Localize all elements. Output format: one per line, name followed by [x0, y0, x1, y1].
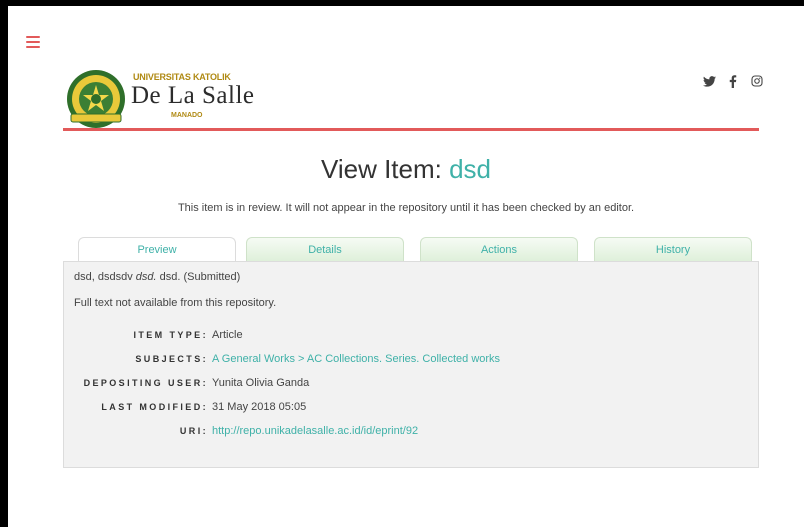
logo-bottom-text: MANADO	[171, 112, 203, 119]
subjects-link[interactable]: A General Works > AC Collections. Series…	[212, 353, 500, 365]
metadata-row-item-type: ITEM TYPE: Article	[74, 323, 748, 347]
metadata-table: ITEM TYPE: Article SUBJECTS: A General W…	[74, 323, 748, 443]
university-seal-icon	[67, 70, 125, 128]
item-tabs: Preview Details Actions History	[78, 237, 752, 262]
page-frame: UNIVERSITAS KATOLIK De La Salle MANADO V…	[8, 6, 804, 527]
metadata-label: ITEM TYPE:	[133, 330, 208, 340]
uri-link[interactable]: http://repo.unikadelasalle.ac.id/id/epri…	[212, 425, 418, 437]
metadata-label: URI:	[179, 426, 208, 436]
tab-preview[interactable]: Preview	[78, 237, 236, 262]
menu-hamburger-icon[interactable]	[26, 36, 40, 48]
fulltext-note: Full text not available from this reposi…	[74, 297, 277, 309]
citation-authors: dsd, dsdsdv	[74, 271, 133, 283]
page-title: View Item: dsd	[8, 154, 804, 185]
metadata-value: 31 May 2018 05:05	[212, 401, 307, 413]
citation-status: dsd. (Submitted)	[159, 271, 241, 283]
logo-main-label: De La Salle	[131, 82, 255, 109]
metadata-value: Yunita Olivia Ganda	[212, 377, 310, 389]
metadata-row-uri: URI: http://repo.unikadelasalle.ac.id/id…	[74, 419, 748, 443]
metadata-row-last-modified: LAST MODIFIED: 31 May 2018 05:05	[74, 395, 748, 419]
metadata-label: SUBJECTS:	[135, 354, 208, 364]
page-title-item: dsd	[449, 154, 492, 184]
instagram-icon[interactable]	[750, 74, 764, 88]
review-notice: This item is in review. It will not appe…	[177, 202, 635, 214]
citation-title: dsd.	[135, 271, 157, 283]
metadata-row-subjects: SUBJECTS: A General Works > AC Collectio…	[74, 347, 748, 371]
twitter-icon[interactable]	[702, 74, 716, 88]
metadata-value: Article	[212, 329, 243, 341]
social-links	[702, 74, 764, 88]
logo-top-text: UNIVERSITAS KATOLIK	[133, 72, 231, 82]
header-divider	[63, 128, 759, 131]
facebook-icon[interactable]	[726, 74, 740, 88]
tab-history[interactable]: History	[594, 237, 752, 261]
metadata-label: LAST MODIFIED:	[101, 402, 208, 412]
metadata-row-depositing-user: DEPOSITING USER: Yunita Olivia Ganda	[74, 371, 748, 395]
logo-main-text: De La Salle	[131, 82, 255, 110]
university-logo[interactable]: UNIVERSITAS KATOLIK De La Salle MANADO	[65, 68, 275, 132]
citation: dsd, dsdsdv dsd. dsd. (Submitted)	[74, 271, 748, 283]
tab-details[interactable]: Details	[246, 237, 404, 261]
metadata-label: DEPOSITING USER:	[83, 378, 208, 388]
page-title-prefix: View Item:	[320, 154, 450, 184]
preview-panel: dsd, dsdsdv dsd. dsd. (Submitted) Full t…	[63, 261, 759, 468]
tab-actions[interactable]: Actions	[420, 237, 578, 261]
